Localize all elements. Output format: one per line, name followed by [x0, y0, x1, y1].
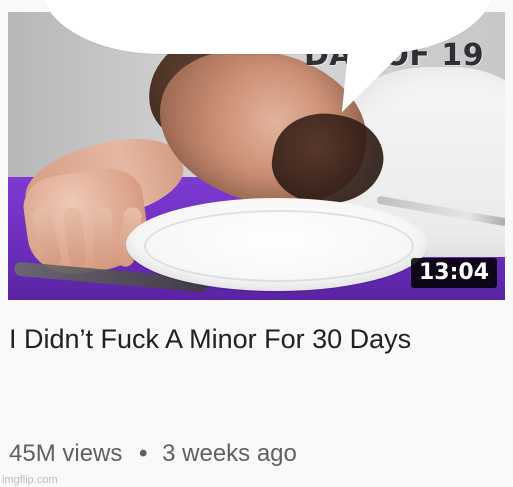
watermark-text: imgflip.com — [2, 474, 58, 486]
plate-rim — [144, 210, 414, 282]
dot-separator-icon: • — [139, 440, 148, 467]
video-meta: 45M views • 3 weeks ago — [9, 439, 297, 469]
plate-image — [126, 198, 428, 291]
speech-bubble — [40, 0, 495, 54]
video-title[interactable]: I Didn’t Fuck A Minor For 30 Days — [9, 317, 504, 361]
video-views: 45M views — [9, 440, 123, 467]
video-age: 3 weeks ago — [162, 440, 297, 467]
video-duration-badge: 13:04 — [410, 258, 497, 288]
finger-shape — [94, 207, 112, 267]
video-thumbnail[interactable]: DAY OF 19 13:04 — [8, 12, 505, 300]
video-card[interactable]: DAY OF 19 13:04 I Didn’t Fuck A Minor Fo… — [0, 0, 513, 487]
